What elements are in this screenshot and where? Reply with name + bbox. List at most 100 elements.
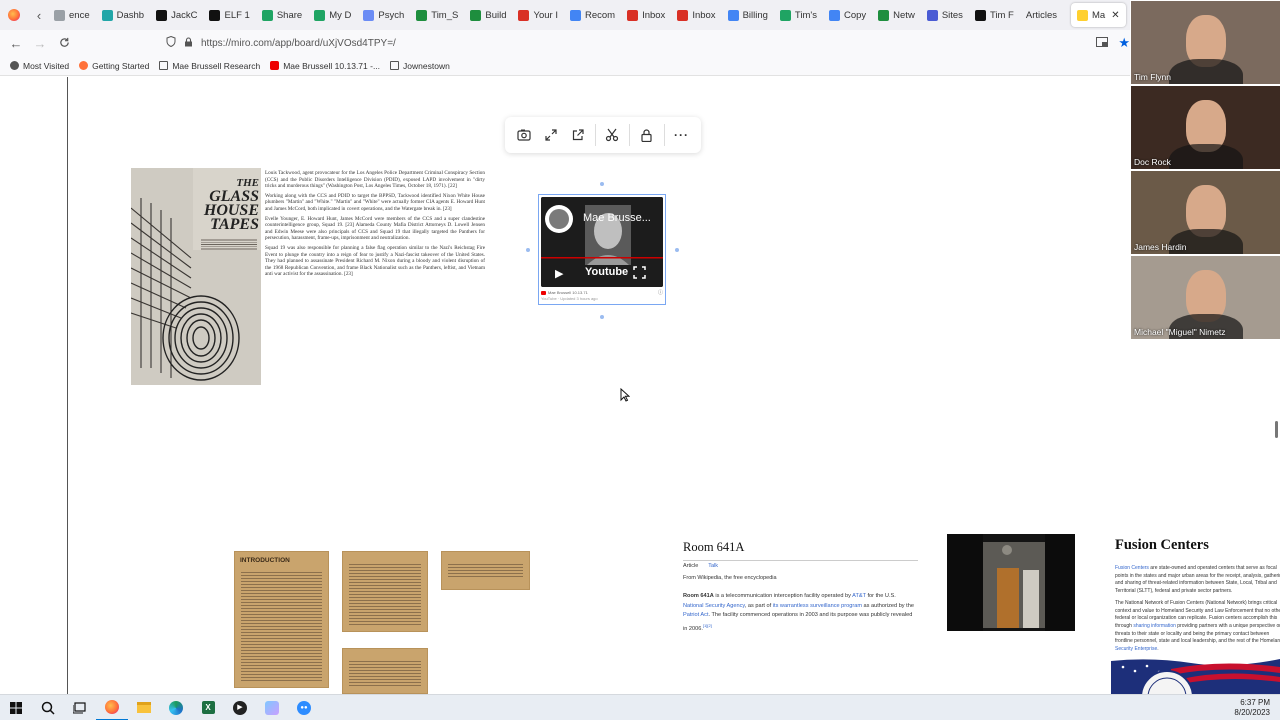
youtube-logo[interactable]: Youtube (585, 266, 628, 278)
taskbar-file-explorer[interactable] (128, 695, 160, 720)
browser-tab[interactable]: Dashb (96, 3, 150, 27)
wiki-tab-article[interactable]: Article (683, 563, 698, 569)
browser-tab[interactable]: Inbox (671, 3, 721, 27)
tab-label: Sites (941, 9, 963, 21)
browser-tab[interactable]: Copy (823, 3, 872, 27)
dhs-seal-image[interactable] (1111, 657, 1280, 694)
firefox-menu-icon[interactable] (8, 9, 20, 21)
task-view-button[interactable] (64, 695, 96, 720)
browser-tab[interactable]: Articles (1020, 3, 1063, 27)
scan-page[interactable] (441, 551, 530, 590)
scissors-icon[interactable] (602, 125, 622, 145)
bookmark-star-icon[interactable]: ★ (1118, 35, 1130, 51)
wiki-link[interactable]: AT&T (852, 593, 866, 599)
tab-label: ence (69, 9, 90, 21)
bookmark-item[interactable]: Getting Started (79, 61, 149, 71)
participant-video-tile[interactable]: Michael "Miguel" Nimetz (1131, 256, 1280, 339)
reload-button[interactable] (52, 36, 76, 51)
browser-tab[interactable]: Your I (512, 3, 563, 27)
taskbar-edge[interactable] (160, 695, 192, 720)
close-tab-icon[interactable]: ✕ (1111, 10, 1119, 21)
bookmark-item[interactable]: Jownestown (390, 61, 450, 71)
fusion-centers-body[interactable]: Fusion Centers are state-owned and opera… (1115, 565, 1280, 654)
browser-tab[interactable]: Netw (872, 3, 921, 27)
taskbar-clock[interactable]: 6:37 PM 8/20/2023 (1234, 698, 1270, 718)
bookmark-item[interactable]: Mae Brussell Research (159, 61, 260, 71)
selection-handle[interactable] (600, 182, 604, 186)
scan-page[interactable] (342, 648, 428, 694)
scrollbar-thumb[interactable] (1275, 421, 1278, 438)
browser-tab[interactable]: Psych (357, 3, 410, 27)
search-button[interactable] (32, 695, 64, 720)
browser-tab[interactable]: Tim's (774, 3, 823, 27)
participant-name: Doc Rock (1134, 157, 1171, 167)
scroll-tabs-left-icon[interactable]: ‹ (30, 8, 48, 23)
open-external-icon[interactable] (568, 125, 588, 145)
taskbar-zoom[interactable]: ●● (288, 695, 320, 720)
wiki-link[interactable]: its warrantless surveillance program (773, 603, 862, 609)
book-paragraph: Evelle Younger, E. Howard Hunt, James Mc… (265, 215, 485, 242)
screenshot-icon[interactable] (514, 125, 534, 145)
wiki-tabs: Article Talk (683, 560, 918, 569)
back-button[interactable]: ← (4, 36, 28, 51)
taskbar-snipping-tool[interactable] (256, 695, 288, 720)
co-icon (156, 9, 168, 21)
tab-label: Copy (843, 9, 867, 21)
wiki-link[interactable]: Patriot Act (683, 612, 709, 618)
taskbar-firefox[interactable] (96, 695, 128, 720)
selection-handle[interactable] (600, 315, 604, 319)
book-text-excerpt[interactable]: Louis Tackwood, agent provocateur for th… (265, 170, 485, 281)
wiki-body[interactable]: Room 641A is a telecommunication interce… (683, 592, 915, 634)
browser-tab[interactable]: Share (256, 3, 308, 27)
youtube-video-embed[interactable]: ▶ Youtube (541, 197, 663, 287)
browser-tab[interactable]: Recom (564, 3, 621, 27)
fusion-link[interactable]: sharing information (1133, 623, 1176, 629)
browser-tab[interactable]: ence (48, 3, 96, 27)
browser-tab[interactable]: Ma ✕ (1071, 3, 1126, 27)
browser-tab[interactable]: Sites (921, 3, 969, 27)
taskbar-excel[interactable]: X (192, 695, 224, 720)
address-bar[interactable]: https://miro.com/app/board/uXjVOsd4TPY=/ (166, 32, 1086, 54)
browser-tab[interactable]: JackC (150, 3, 203, 27)
lock-icon[interactable] (184, 36, 193, 50)
excel-icon: X (201, 701, 215, 714)
fusion-link[interactable]: Security Enterprise (1115, 646, 1157, 652)
browser-tab[interactable]: ELF 1 (203, 3, 255, 27)
wiki-link[interactable]: National Security Agency (683, 603, 745, 609)
tab-label: Build (485, 9, 507, 21)
play-icon[interactable]: ▶ (555, 267, 563, 280)
browser-tab[interactable]: Tim F (969, 3, 1020, 27)
book-cover-title: THE GLASS HOUSE TAPES (195, 176, 259, 233)
room-641a-photo[interactable] (947, 534, 1075, 631)
selection-handle[interactable] (526, 248, 530, 252)
browser-tab[interactable]: My D (308, 3, 357, 27)
wiki-text: for the U.S. (865, 593, 896, 599)
taskbar-media-player[interactable]: ▶ (224, 695, 256, 720)
wiki-citation[interactable]: [1][2] (703, 623, 712, 628)
channel-avatar[interactable] (545, 205, 573, 233)
browser-tab[interactable]: Build (464, 3, 512, 27)
info-icon[interactable]: ⓘ (658, 289, 663, 296)
participant-video-tile[interactable]: Doc Rock (1131, 86, 1280, 169)
more-options-icon[interactable]: ··· (672, 125, 692, 145)
selection-handle[interactable] (675, 248, 679, 252)
scan-introduction-page[interactable]: INTRODUCTION (234, 551, 329, 688)
participant-video-tile[interactable]: James Hardin (1131, 171, 1280, 254)
forward-button[interactable]: → (28, 36, 52, 51)
fusion-link[interactable]: Fusion Centers (1115, 565, 1149, 571)
start-button[interactable] (0, 695, 32, 720)
expand-icon[interactable] (541, 125, 561, 145)
picture-in-picture-icon[interactable] (1096, 36, 1109, 50)
browser-tab[interactable]: Inbox (621, 3, 671, 27)
browser-tab[interactable]: Tim_S (410, 3, 464, 27)
scan-page[interactable] (342, 551, 428, 632)
browser-tab[interactable]: Billing (722, 3, 774, 27)
shield-icon[interactable] (166, 35, 176, 50)
wiki-tab-talk[interactable]: Talk (708, 563, 718, 569)
fullscreen-icon[interactable] (633, 266, 646, 282)
lock-icon[interactable] (637, 125, 657, 145)
glass-house-tapes-cover-image[interactable]: THE GLASS HOUSE TAPES (131, 168, 261, 385)
bookmark-item[interactable]: Most Visited (10, 61, 69, 71)
bookmark-item[interactable]: Mae Brussell 10.13.71 -... (270, 61, 380, 71)
participant-video-tile[interactable]: Tim Flynn (1131, 1, 1280, 84)
